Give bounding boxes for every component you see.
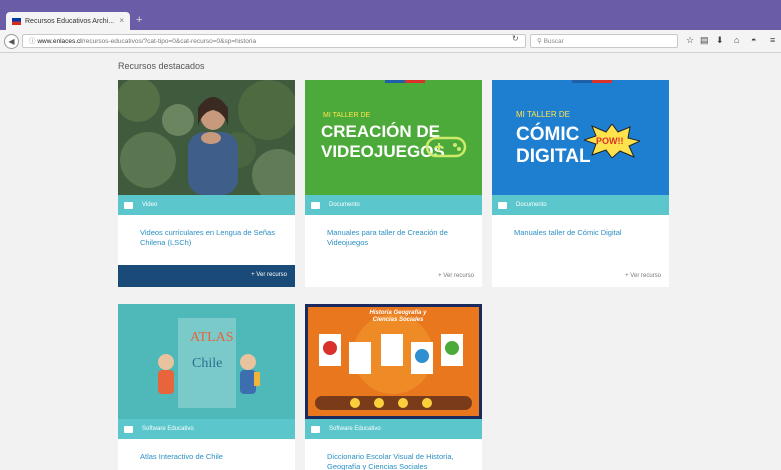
flag-stripe bbox=[592, 80, 612, 83]
resource-title[interactable]: Atlas Interactivo de Chile bbox=[140, 452, 280, 462]
bookmarks-list-icon[interactable]: ▤ bbox=[700, 35, 709, 46]
pocket-icon[interactable]: ◓ bbox=[751, 35, 756, 45]
thumb-line-1: ATLAS bbox=[190, 330, 234, 345]
resource-title[interactable]: Diccionario Escolar Visual de Historia, … bbox=[327, 452, 467, 470]
gamepad-icon bbox=[425, 136, 467, 158]
category-bar: Documento bbox=[305, 195, 482, 215]
monitor-icon bbox=[124, 425, 133, 433]
category-bar: Software Educativo bbox=[118, 419, 295, 439]
category-bar: Software Educativo bbox=[305, 419, 482, 439]
flag-stripe bbox=[385, 80, 405, 83]
browser-window: Recursos Educativos Archi... × + ◀ ⓘ www… bbox=[0, 0, 781, 470]
resource-title[interactable]: Videos curriculares en Lengua de Señas C… bbox=[140, 228, 280, 248]
search-icon: ⚲ bbox=[537, 38, 544, 45]
resource-card: MI TALLER DE CÓMIC DIGITAL POW!! Documen… bbox=[492, 80, 669, 287]
video-icon bbox=[124, 201, 133, 209]
flag-stripe bbox=[572, 80, 592, 83]
menu-icon[interactable]: ≡ bbox=[770, 35, 775, 45]
browser-tab[interactable]: Recursos Educativos Archi... × bbox=[6, 12, 130, 30]
flag-stripe bbox=[405, 80, 425, 83]
view-resource-link[interactable]: + Ver recurso bbox=[438, 273, 474, 279]
video-thumbnail-image bbox=[118, 80, 295, 195]
category-bar: Video bbox=[118, 195, 295, 215]
resource-title[interactable]: Manuales para taller de Creación de Vide… bbox=[327, 228, 467, 248]
thumb-line-2: CÓMIC bbox=[516, 124, 580, 145]
url-domain: www.enlaces.cl bbox=[37, 38, 82, 45]
new-tab-button[interactable]: + bbox=[136, 14, 142, 26]
video-thumbnail[interactable] bbox=[118, 80, 295, 195]
comic-thumbnail[interactable]: MI TALLER DE CÓMIC DIGITAL POW!! bbox=[492, 80, 669, 195]
category-label: Video bbox=[142, 202, 158, 208]
view-resource-label: + Ver recurso bbox=[251, 272, 287, 278]
thumb-line-1: MI TALLER DE bbox=[323, 112, 371, 119]
view-resource-link[interactable]: + Ver recurso bbox=[625, 273, 661, 279]
download-icon[interactable]: ⬇ bbox=[716, 35, 724, 46]
page-heading: Recursos destacados bbox=[118, 61, 205, 71]
view-resource-button[interactable]: + Ver recurso bbox=[118, 265, 295, 287]
resource-card: Historia Geografía y Ciencias Sociales S… bbox=[305, 304, 482, 470]
url-bar[interactable]: ⓘ www.enlaces.cl/recursos-educativos/?ca… bbox=[22, 34, 526, 48]
resource-title[interactable]: Manuales taller de Cómic Digital bbox=[514, 228, 654, 238]
tab-close-icon[interactable]: × bbox=[119, 16, 124, 25]
thumb-line-1: Historia Geografía y Ciencias Sociales bbox=[369, 310, 427, 323]
search-placeholder: Buscar bbox=[543, 38, 564, 45]
tab-bar: Recursos Educativos Archi... × + bbox=[0, 0, 781, 30]
thumb-pow: POW!! bbox=[596, 136, 624, 146]
category-label: Software Educativo bbox=[142, 426, 194, 432]
resource-card: Video Videos curriculares en Lengua de S… bbox=[118, 80, 295, 287]
home-icon[interactable]: ⌂ bbox=[734, 35, 739, 45]
thumb-line-2: Chile bbox=[192, 356, 223, 371]
nav-bar: ◀ ⓘ www.enlaces.cl/recursos-educativos/?… bbox=[0, 30, 781, 53]
resource-card: ATLAS Chile Software Educativo Atlas Int… bbox=[118, 304, 295, 470]
chile-flag-icon bbox=[12, 17, 21, 25]
monitor-icon bbox=[311, 425, 320, 433]
back-button[interactable]: ◀ bbox=[4, 34, 19, 49]
category-label: Software Educativo bbox=[329, 426, 381, 432]
dictionary-thumbnail[interactable]: Historia Geografía y Ciencias Sociales bbox=[305, 304, 482, 419]
bookmark-star-icon[interactable]: ☆ bbox=[686, 35, 694, 46]
videogames-thumbnail[interactable]: MI TALLER DE CREACIÓN DE VIDEOJUEGOS bbox=[305, 80, 482, 195]
thumb-line-3: DIGITAL bbox=[516, 146, 591, 167]
thumb-line-2: CREACIÓN DE bbox=[321, 122, 441, 141]
tab-title: Recursos Educativos Archi... bbox=[25, 17, 115, 25]
document-icon bbox=[311, 201, 320, 209]
resource-card: MI TALLER DE CREACIÓN DE VIDEOJUEGOS Doc… bbox=[305, 80, 482, 287]
category-label: Documento bbox=[329, 202, 360, 208]
search-input[interactable]: ⚲ Buscar bbox=[530, 34, 678, 48]
category-bar: Documento bbox=[492, 195, 669, 215]
category-label: Documento bbox=[516, 202, 547, 208]
reload-icon[interactable]: ↻ bbox=[512, 34, 519, 43]
atlas-thumbnail[interactable]: ATLAS Chile bbox=[118, 304, 295, 419]
document-icon bbox=[498, 201, 507, 209]
url-path: /recursos-educativos/?cat-tipo=0&cat-rec… bbox=[81, 38, 257, 45]
thumb-line-1: MI TALLER DE bbox=[516, 110, 570, 119]
